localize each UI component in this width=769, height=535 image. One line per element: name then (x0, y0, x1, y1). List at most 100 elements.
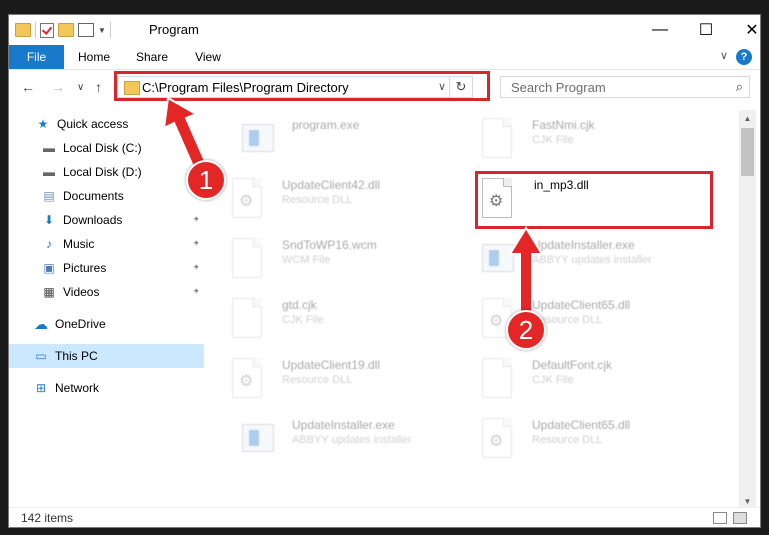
minimize-button[interactable]: — (637, 15, 683, 45)
tab-home[interactable]: Home (69, 45, 119, 69)
search-box[interactable]: Search Program ⌕ (500, 76, 750, 98)
document-file-icon (482, 358, 514, 398)
pin-icon[interactable]: ✦ (192, 238, 200, 249)
sidebar-item-label: Downloads (63, 213, 123, 227)
details-view-icon[interactable] (713, 512, 727, 524)
document-file-icon (482, 118, 514, 158)
vertical-scrollbar[interactable]: ▲ ▼ (739, 110, 756, 510)
file-type: WCM File (282, 254, 331, 266)
status-bar: 142 items (9, 507, 760, 527)
ribbon-tabs: File Home Share View ∨ ? (9, 45, 760, 70)
file-list: program.exe FastNmi.cjk CJK File ⚙ Updat… (212, 110, 737, 510)
sidebar-item-pictures[interactable]: ▣ Pictures ✦ (9, 256, 204, 280)
dll-file-icon: ⚙ (482, 178, 514, 218)
file-type: Resource DLL (282, 194, 353, 206)
maximize-icon: ☐ (698, 22, 714, 39)
search-placeholder: Search Program (511, 80, 606, 95)
address-row: ← → ∨ ↑ C:\Program Files\Program Directo… (9, 70, 760, 104)
properties-icon[interactable] (78, 23, 94, 37)
address-bar[interactable]: C:\Program Files\Program Directory ∨ ↻ (117, 76, 473, 98)
file-item[interactable]: SndToWP16.wcm WCM File (212, 232, 447, 288)
scroll-up-icon[interactable]: ▲ (739, 110, 756, 127)
back-arrow-icon[interactable]: ← (21, 79, 35, 95)
sidebar-item-documents[interactable]: ▤ Documents ✦ (9, 184, 204, 208)
pin-icon[interactable]: ✦ (192, 214, 200, 225)
sidebar-item-label: Documents (63, 189, 124, 203)
file-name: UpdateClient42.dll (282, 178, 381, 192)
sidebar-item-label: Videos (63, 285, 100, 299)
navigation-pane: ★ Quick access ▬ Local Disk (C:) ▬ Local… (9, 110, 204, 510)
tab-file[interactable]: File (9, 45, 64, 69)
file-item[interactable]: ⚙ UpdateClient19.dll Resource DLL (212, 352, 447, 408)
address-path[interactable]: C:\Program Files\Program Directory (142, 80, 349, 95)
star-icon: ★ (37, 117, 49, 131)
exe-file-icon (482, 238, 514, 278)
explorer-window: ▼ Program — ☐ ✕ File Home Share View ∨ ?… (8, 14, 761, 528)
up-arrow-icon[interactable]: ↑ (95, 79, 102, 95)
sidebar-item-network[interactable]: ⊞ Network (9, 376, 204, 400)
sidebar-item-videos[interactable]: ▦ Videos ✦ (9, 280, 204, 304)
help-icon[interactable]: ? (736, 49, 752, 65)
folder-icon[interactable] (15, 23, 31, 37)
file-item[interactable]: ⚙ UpdateClient65.dll Resource DLL (462, 292, 697, 348)
document-file-icon (232, 298, 264, 338)
forward-arrow-icon[interactable]: → (51, 79, 65, 95)
new-folder-icon[interactable] (58, 23, 74, 37)
file-type: Resource DLL (532, 434, 603, 446)
minimize-icon: — (652, 21, 668, 38)
pin-icon[interactable]: ✦ (192, 262, 200, 273)
file-item[interactable]: UpdateInstaller.exe ABBYY updates instal… (222, 412, 457, 468)
pin-icon[interactable]: ✦ (192, 286, 200, 297)
sidebar-item-music[interactable]: ♪ Music ✦ (9, 232, 204, 256)
documents-icon: ▤ (43, 189, 55, 203)
file-item[interactable]: DefaultFont.cjk CJK File (462, 352, 697, 408)
file-name: gtd.cjk (282, 298, 317, 312)
sidebar-item-label: Local Disk (D:) (63, 165, 142, 179)
refresh-icon[interactable]: ↻ (449, 77, 472, 97)
file-type: CJK File (532, 134, 574, 146)
large-icons-view-icon[interactable] (733, 512, 747, 524)
search-icon[interactable]: ⌕ (736, 79, 743, 95)
network-icon: ⊞ (35, 381, 47, 395)
cloud-icon: ☁ (34, 316, 48, 332)
file-name: UpdateClient19.dll (282, 358, 381, 372)
sidebar-item-this-pc[interactable]: ▭ This PC (9, 344, 204, 368)
exe-file-icon (242, 418, 274, 458)
file-item[interactable]: UpdateInstaller.exe ABBYY updates instal… (462, 232, 697, 288)
file-item[interactable]: ⚙ UpdateClient42.dll Resource DLL (212, 172, 447, 228)
pictures-icon: ▣ (43, 261, 55, 275)
file-item-in-mp3-dll[interactable]: ⚙ in_mp3.dll (462, 172, 697, 228)
file-item[interactable]: ⚙ UpdateClient65.dll Resource DLL (462, 412, 697, 468)
scrollbar-thumb[interactable] (741, 128, 754, 176)
sidebar-item-onedrive[interactable]: ☁ OneDrive (9, 312, 204, 336)
close-button[interactable]: ✕ (729, 15, 760, 45)
file-type: CJK File (282, 314, 324, 326)
recent-locations-icon[interactable]: ∨ (77, 82, 84, 93)
file-name: DefaultFont.cjk (532, 358, 613, 372)
maximize-button[interactable]: ☐ (683, 15, 729, 45)
file-type: CJK File (532, 374, 574, 386)
sidebar-item-downloads[interactable]: ⬇ Downloads ✦ (9, 208, 204, 232)
sidebar-item-label: This PC (55, 349, 98, 363)
customize-toolbar-icon[interactable]: ▼ (98, 26, 106, 35)
sidebar-item-local-disk-c[interactable]: ▬ Local Disk (C:) (9, 136, 204, 160)
callout-one: 1 (186, 160, 226, 200)
dll-file-icon: ⚙ (232, 358, 264, 398)
file-item[interactable]: FastNmi.cjk CJK File (462, 112, 697, 168)
dll-file-icon: ⚙ (482, 418, 514, 458)
sidebar-item-label: Music (63, 237, 95, 251)
chevron-down-icon[interactable]: ∨ (438, 80, 446, 93)
sidebar-item-label: Quick access (57, 117, 129, 131)
expand-ribbon-icon[interactable]: ∨ (720, 49, 728, 62)
sidebar-item-label: Network (55, 381, 100, 395)
properties-check-icon[interactable] (40, 22, 54, 38)
tab-share[interactable]: Share (127, 45, 177, 69)
computer-icon: ▭ (35, 349, 47, 363)
sidebar-item-quick-access[interactable]: ★ Quick access (9, 112, 204, 136)
sidebar-item-label: Pictures (63, 261, 107, 275)
sidebar-item-label: OneDrive (55, 317, 106, 331)
sidebar-item-local-disk-d[interactable]: ▬ Local Disk (D:) (9, 160, 204, 184)
file-item[interactable]: gtd.cjk CJK File (212, 292, 447, 348)
file-item[interactable]: program.exe (222, 112, 457, 168)
tab-view[interactable]: View (185, 45, 231, 69)
